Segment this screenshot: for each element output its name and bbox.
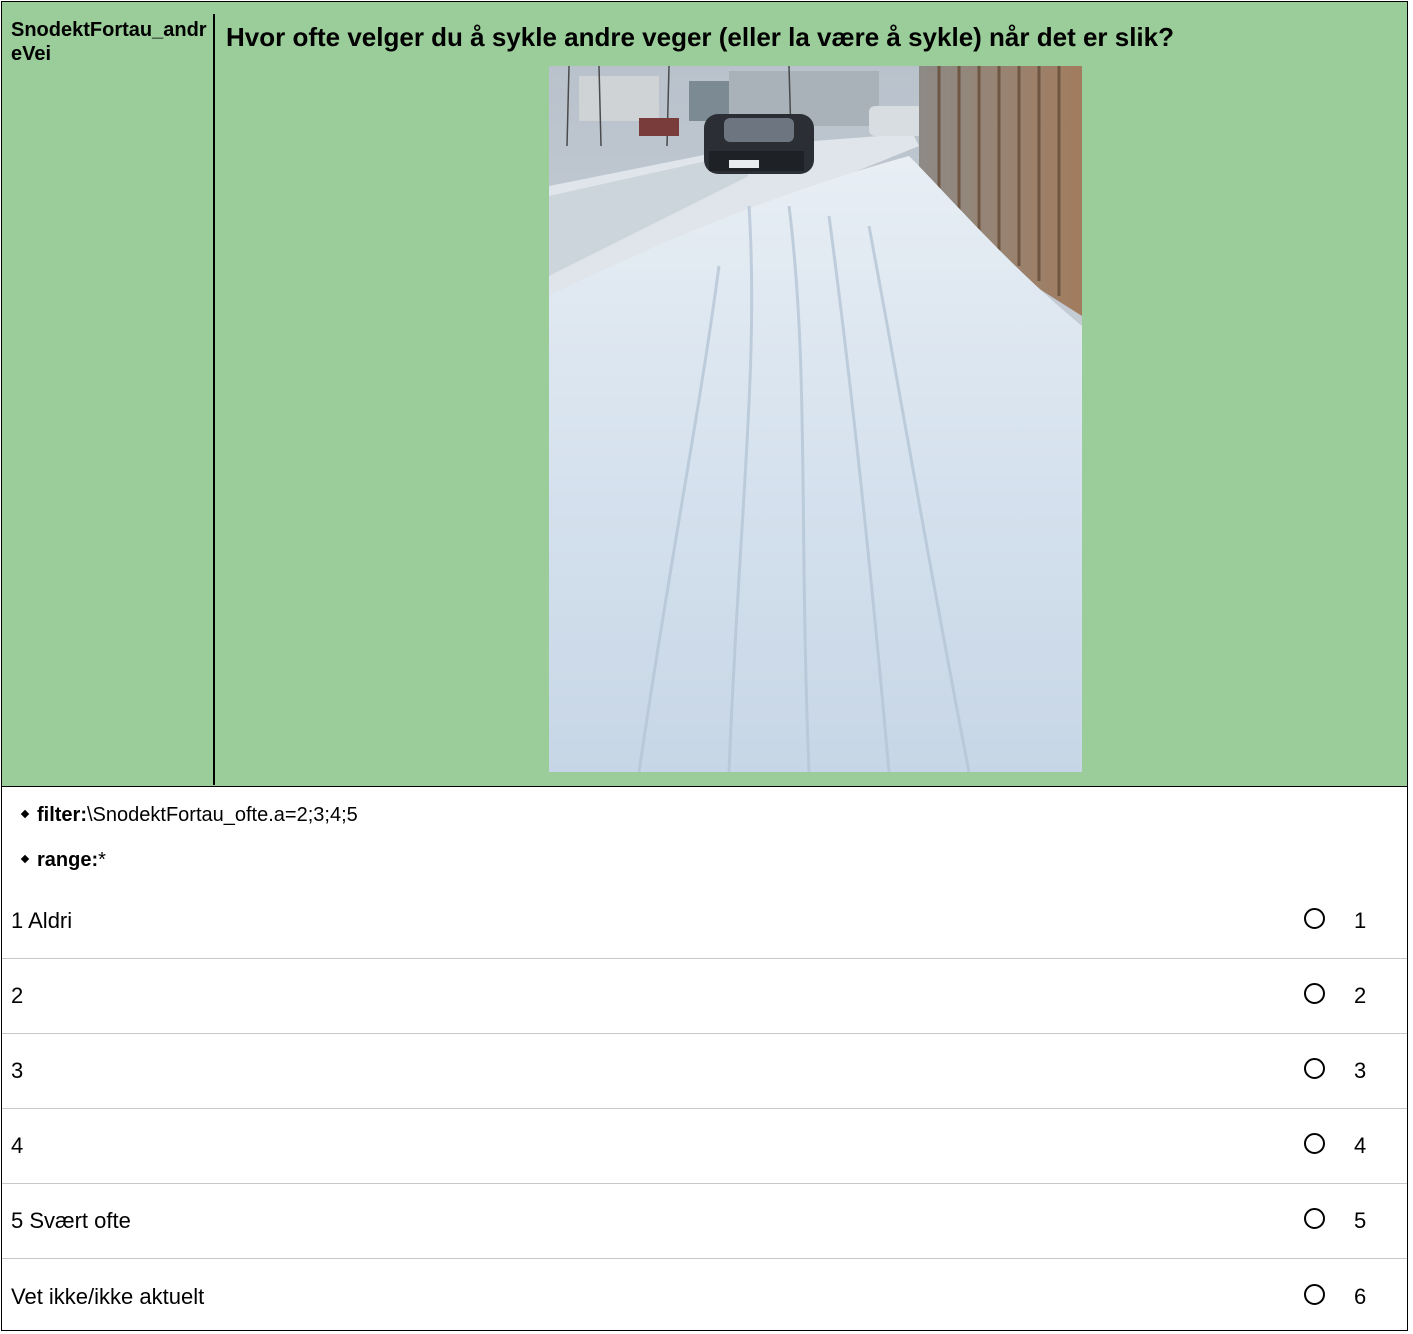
- option-code: 2: [1354, 983, 1367, 1008]
- radio-button[interactable]: [1304, 983, 1325, 1004]
- range-line: range:*: [20, 848, 106, 872]
- option-label: 4: [11, 1133, 24, 1158]
- variable-name: SnodektFortau_andreVei: [2, 14, 215, 785]
- range-value: *: [98, 849, 106, 871]
- range-label: range:: [37, 849, 99, 871]
- option-label: 1 Aldri: [11, 908, 73, 933]
- question-header: SnodektFortau_andreVei Hvor ofte velger …: [2, 2, 1407, 787]
- option-label: 5 Svært ofte: [11, 1208, 131, 1233]
- option-label: Vet ikke/ikke aktuelt: [11, 1283, 205, 1309]
- option-code: 3: [1354, 1058, 1367, 1083]
- radio-button[interactable]: [1304, 1133, 1325, 1154]
- bullet-icon: [20, 854, 30, 864]
- question-card: SnodektFortau_andreVei Hvor ofte velger …: [1, 1, 1408, 1331]
- option-row[interactable]: 3 3: [2, 1034, 1407, 1109]
- option-code: 4: [1354, 1133, 1367, 1158]
- question-text: Hvor ofte velger du å sykle andre veger …: [226, 22, 1174, 52]
- option-label: 2: [11, 983, 24, 1008]
- option-row[interactable]: 1 Aldri 1: [2, 884, 1407, 959]
- filter-value: \SnodektFortau_ofte.a=2;3;4;5: [87, 804, 358, 826]
- radio-button[interactable]: [1304, 1283, 1325, 1305]
- answer-options: 1 Aldri 1 2 2 3 3 4 4 5 Svært ofte 5 Vet…: [2, 884, 1407, 1334]
- radio-button[interactable]: [1304, 908, 1325, 929]
- bullet-icon: [20, 809, 30, 819]
- option-row[interactable]: Vet ikke/ikke aktuelt 6: [2, 1259, 1407, 1334]
- filter-line: filter:\SnodektFortau_ofte.a=2;3;4;5: [20, 803, 358, 827]
- radio-button[interactable]: [1304, 1058, 1325, 1079]
- option-code: 5: [1354, 1208, 1367, 1233]
- option-code: 1: [1354, 908, 1367, 933]
- question-photo-snowy-sidewalk: [549, 66, 1082, 772]
- radio-button[interactable]: [1304, 1208, 1325, 1229]
- option-row[interactable]: 2 2: [2, 959, 1407, 1034]
- filter-label: filter:: [37, 804, 87, 826]
- option-row[interactable]: 4 4: [2, 1109, 1407, 1184]
- option-row[interactable]: 5 Svært ofte 5: [2, 1184, 1407, 1259]
- option-code: 6: [1354, 1283, 1367, 1309]
- option-label: 3: [11, 1058, 24, 1083]
